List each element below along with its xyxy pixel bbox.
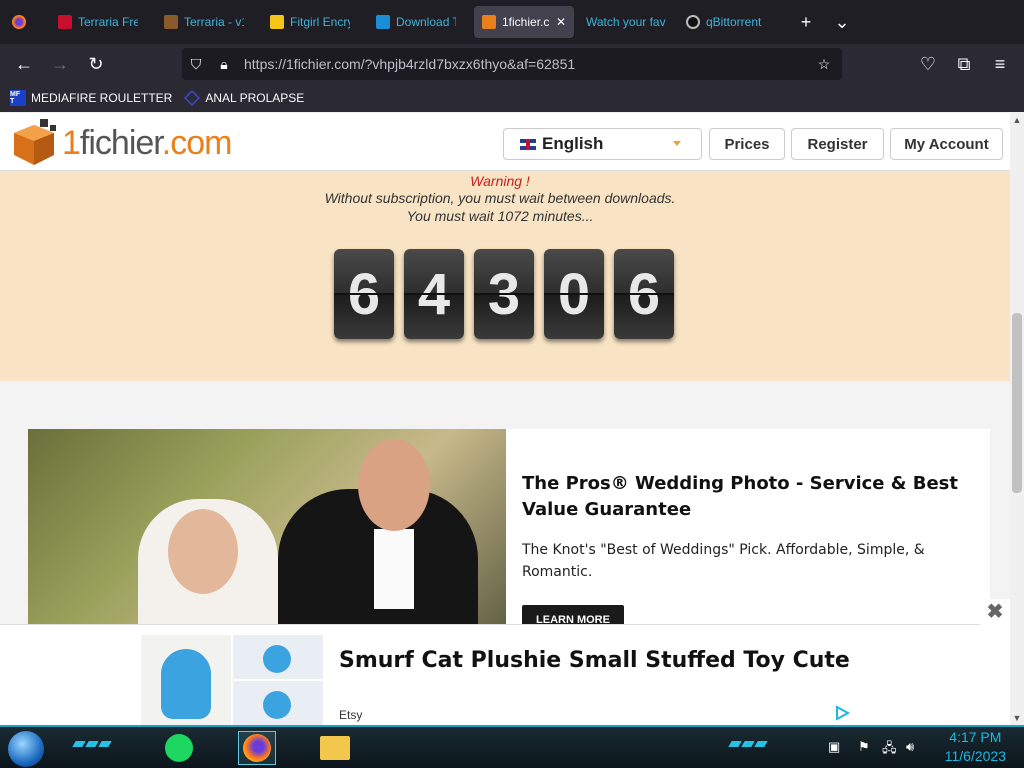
- countdown-digit: 3: [474, 249, 534, 339]
- volume-icon[interactable]: 🔊︎: [906, 739, 914, 755]
- close-ad-icon[interactable]: ✖: [980, 599, 1010, 625]
- countdown-digit: 0: [544, 249, 604, 339]
- scroll-up-icon[interactable]: ▲: [1010, 115, 1024, 125]
- clock-date: 11/6/2023: [944, 748, 1006, 764]
- tab-favicon-icon: [482, 15, 496, 29]
- scroll-down-icon[interactable]: ▼: [1010, 713, 1024, 723]
- scroll-thumb[interactable]: [1012, 313, 1022, 493]
- site-header: 1fichier.com English Prices Register My …: [0, 113, 1010, 171]
- shield-icon[interactable]: ⛉: [182, 56, 210, 73]
- tab-fitgirl[interactable]: Fitgirl Encry: [262, 6, 368, 38]
- tab-1fichier[interactable]: 1fichier.c ✕: [474, 6, 574, 38]
- url-bar[interactable]: ⛉ 🔒︎ https://1fichier.com/?vhpjb4rzld7bx…: [182, 48, 842, 80]
- countdown-digit: 6: [334, 249, 394, 339]
- nav-bar: ← → ↻ ⛉ 🔒︎ https://1fichier.com/?vhpjb4r…: [0, 44, 1024, 84]
- lock-icon[interactable]: 🔒︎: [210, 56, 238, 73]
- tab-favicon-icon: [164, 15, 178, 29]
- extensions-icon[interactable]: ⧉: [946, 46, 982, 82]
- tray-app-icon[interactable]: ▣: [828, 739, 840, 755]
- forward-arrow-icon[interactable]: →: [42, 46, 78, 82]
- decor-dots-icon: [72, 741, 124, 749]
- my-account-button[interactable]: My Account: [890, 128, 1003, 160]
- countdown-digit: 4: [404, 249, 464, 339]
- ad-description: The Knot's "Best of Weddings" Pick. Affo…: [522, 542, 925, 580]
- tab-favicon-icon: [686, 15, 700, 29]
- start-button-icon[interactable]: [8, 731, 44, 767]
- decor-dots-icon: [728, 741, 780, 749]
- spotify-taskbar-icon[interactable]: [160, 731, 198, 765]
- firefox-menu-icon[interactable]: [0, 6, 40, 38]
- network-icon[interactable]: 🖧︎: [882, 739, 897, 761]
- url-text[interactable]: https://1fichier.com/?vhpjb4rzld7bxzx6th…: [244, 56, 575, 72]
- adchoices-icon[interactable]: [834, 705, 850, 721]
- clock-time: 4:17 PM: [949, 729, 1002, 745]
- register-button[interactable]: Register: [791, 128, 884, 160]
- tab-favicon-icon: [58, 15, 72, 29]
- system-clock[interactable]: 4:17 PM 11/6/2023: [945, 728, 1006, 766]
- bookmark-star-icon[interactable]: ☆: [810, 56, 838, 73]
- countdown: 6 4 3 0 6: [334, 249, 674, 339]
- tray-flag-icon[interactable]: ⚑: [858, 739, 870, 755]
- warning-title: Warning !: [470, 173, 530, 189]
- menu-hamburger-icon[interactable]: ≡: [982, 46, 1018, 82]
- tab-favicon-icon: [270, 15, 284, 29]
- bookmark-favicon-icon: [184, 90, 201, 106]
- uk-flag-icon: [520, 138, 536, 150]
- ad-title[interactable]: The Pros® Wedding Photo - Service & Best…: [522, 471, 982, 523]
- tab-download[interactable]: Download T: [368, 6, 474, 38]
- tab-qbittorrent[interactable]: qBittorrent: [678, 6, 782, 38]
- reload-icon[interactable]: ↻: [78, 46, 114, 82]
- countdown-digit: 6: [614, 249, 674, 339]
- warning-line-2: You must wait 1072 minutes...: [406, 208, 594, 224]
- pocket-icon[interactable]: ♡: [910, 46, 946, 82]
- language-select[interactable]: English: [503, 128, 702, 160]
- page-scrollbar[interactable]: ▲ ▼: [1010, 113, 1024, 725]
- wait-warning: Warning ! Without subscription, you must…: [0, 171, 1010, 381]
- back-arrow-icon[interactable]: ←: [6, 46, 42, 82]
- bottom-banner-ad[interactable]: ✖ Smurf Cat Plushie Small Stuffed Toy Cu…: [0, 599, 1010, 725]
- page-content: 1fichier.com English Prices Register My …: [0, 113, 1010, 725]
- ad-product-images[interactable]: [141, 635, 323, 725]
- taskbar: ▣ ⚑ 🖧︎ 🔊︎ 4:17 PM 11/6/2023: [0, 725, 1024, 768]
- close-tab-icon[interactable]: ✕: [556, 15, 566, 29]
- tab-watch[interactable]: Watch your fav: [574, 6, 678, 38]
- file-explorer-taskbar-icon[interactable]: [316, 731, 354, 765]
- bookmark-mediafire[interactable]: MF T MEDIAFIRE ROULETTER: [10, 90, 172, 106]
- tab-terraria-free[interactable]: Terraria Free: [50, 6, 156, 38]
- plus-icon[interactable]: +: [788, 12, 824, 33]
- bottom-ad-brand: Etsy: [339, 708, 363, 722]
- firefox-taskbar-icon[interactable]: [238, 731, 276, 765]
- site-logo[interactable]: 1fichier.com: [8, 117, 232, 169]
- tab-bar: Terraria Free Terraria - v1 Fitgirl Encr…: [0, 0, 1024, 44]
- tab-favicon-icon: [376, 15, 390, 29]
- box-logo-icon: [8, 117, 60, 169]
- bookmark-anal-prolapse[interactable]: ANAL PROLAPSE: [184, 90, 304, 106]
- tab-terraria-v1[interactable]: Terraria - v1: [156, 6, 262, 38]
- bottom-ad-title[interactable]: Smurf Cat Plushie Small Stuffed Toy Cute: [339, 648, 850, 673]
- prices-button[interactable]: Prices: [709, 128, 785, 160]
- mediafire-icon: MF T: [10, 90, 26, 106]
- logo-text: 1fichier.com: [62, 123, 232, 162]
- chevron-down-icon[interactable]: ⌄: [824, 12, 860, 33]
- bookmarks-toolbar: MF T MEDIAFIRE ROULETTER ANAL PROLAPSE: [0, 84, 1024, 112]
- warning-line-1: Without subscription, you must wait betw…: [324, 190, 676, 206]
- dropdown-caret-icon: [673, 141, 681, 146]
